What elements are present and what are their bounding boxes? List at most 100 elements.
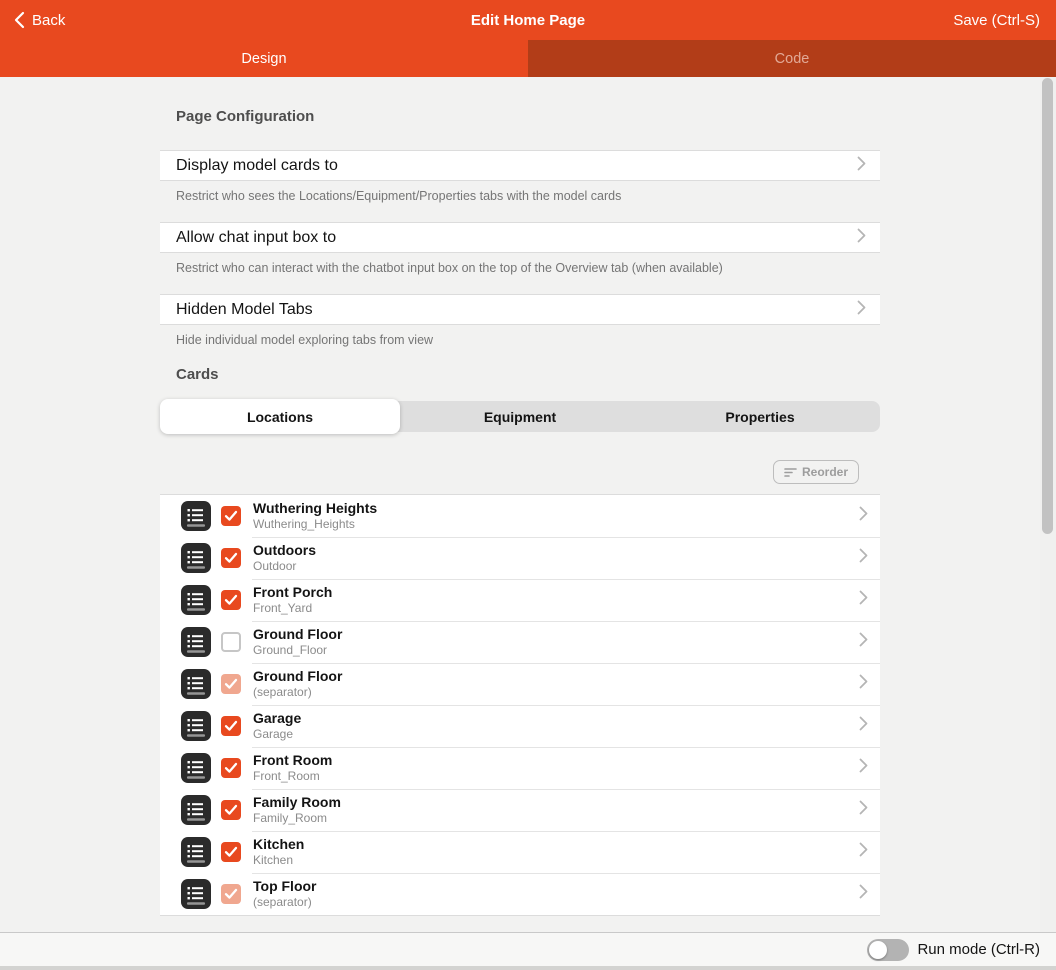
config-item-title: Hidden Model Tabs: [176, 301, 313, 319]
card-row-subtitle: Ground_Floor: [253, 643, 859, 658]
chevron-right-icon: [859, 884, 868, 904]
card-row[interactable]: Front Room Front_Room: [160, 747, 880, 789]
config-item-description: Restrict who can interact with the chatb…: [160, 253, 880, 276]
checkmark-icon: [224, 888, 238, 900]
section-heading-cards: Cards: [160, 366, 880, 384]
appbar: Back Edit Home Page Save (Ctrl-S): [0, 0, 1056, 40]
chevron-right-icon: [859, 800, 868, 820]
checkmark-icon: [224, 804, 238, 816]
tab-code[interactable]: Code: [528, 40, 1056, 77]
page-title: Edit Home Page: [471, 12, 585, 29]
card-row-subtitle: Kitchen: [253, 853, 859, 868]
card-row-title: Family Room: [253, 794, 859, 811]
card-row[interactable]: Top Floor (separator): [160, 873, 880, 915]
card-row-title: Outdoors: [253, 542, 859, 559]
card-row-subtitle: Garage: [253, 727, 859, 742]
card-row-checkbox[interactable]: [221, 548, 241, 568]
checkmark-icon: [224, 678, 238, 690]
editor-tabbar: Design Code: [0, 40, 1056, 77]
save-button[interactable]: Save (Ctrl-S): [953, 0, 1040, 40]
checkmark-icon: [224, 510, 238, 522]
card-row[interactable]: Outdoors Outdoor: [160, 537, 880, 579]
card-row-subtitle: Front_Room: [253, 769, 859, 784]
list-card-icon: [181, 837, 211, 867]
chevron-right-icon: [859, 632, 868, 652]
card-row-checkbox[interactable]: [221, 758, 241, 778]
chevron-right-icon: [859, 758, 868, 778]
scrollbar-thumb[interactable]: [1042, 78, 1053, 534]
card-row-checkbox[interactable]: [221, 800, 241, 820]
reorder-button[interactable]: Reorder: [773, 460, 859, 484]
section-heading-page-configuration: Page Configuration: [160, 108, 880, 126]
config-item-title: Display model cards to: [176, 157, 338, 175]
checkmark-icon: [224, 594, 238, 606]
card-row[interactable]: Front Porch Front_Yard: [160, 579, 880, 621]
card-row-checkbox[interactable]: [221, 590, 241, 610]
chevron-right-icon: [857, 156, 866, 176]
card-row-title: Ground Floor: [253, 626, 859, 643]
list-card-icon: [181, 711, 211, 741]
list-card-icon: [181, 795, 211, 825]
card-row-title: Front Room: [253, 752, 859, 769]
card-row[interactable]: Ground Floor (separator): [160, 663, 880, 705]
cards-list: Wuthering Heights Wuthering_Heights Outd…: [160, 494, 880, 916]
card-row-subtitle: Outdoor: [253, 559, 859, 574]
run-mode-label: Run mode (Ctrl-R): [917, 941, 1040, 958]
card-row-title: Ground Floor: [253, 668, 859, 685]
config-item-title: Allow chat input box to: [176, 229, 336, 247]
scrollbar-track[interactable]: [1040, 77, 1056, 932]
card-row-checkbox[interactable]: [221, 506, 241, 526]
checkmark-icon: [224, 552, 238, 564]
card-row-subtitle: Family_Room: [253, 811, 859, 826]
back-label: Back: [32, 12, 65, 29]
checkmark-icon: [224, 846, 238, 858]
back-button[interactable]: Back: [14, 0, 65, 40]
card-row-checkbox[interactable]: [221, 632, 241, 652]
card-row[interactable]: Ground Floor Ground_Floor: [160, 621, 880, 663]
segment-properties[interactable]: Properties: [640, 401, 880, 432]
chevron-right-icon: [857, 300, 866, 320]
card-row-subtitle: Wuthering_Heights: [253, 517, 859, 532]
list-card-icon: [181, 627, 211, 657]
card-row-checkbox[interactable]: [221, 842, 241, 862]
card-row-subtitle: (separator): [253, 895, 859, 910]
card-row-checkbox: [221, 674, 241, 694]
card-row[interactable]: Garage Garage: [160, 705, 880, 747]
chevron-left-icon: [14, 11, 25, 29]
card-row-title: Front Porch: [253, 584, 859, 601]
segment-locations[interactable]: Locations: [160, 399, 400, 434]
config-item-allow-chat-input[interactable]: Allow chat input box to: [160, 222, 880, 253]
run-mode-toggle[interactable]: [867, 939, 909, 961]
list-card-icon: [181, 753, 211, 783]
footer-bar: Run mode (Ctrl-R): [0, 932, 1056, 966]
chevron-right-icon: [859, 506, 868, 526]
card-row-checkbox[interactable]: [221, 716, 241, 736]
card-row-checkbox: [221, 884, 241, 904]
card-row-title: Top Floor: [253, 878, 859, 895]
cards-segmented-control: Locations Equipment Properties: [160, 401, 880, 432]
checkmark-icon: [224, 762, 238, 774]
card-row[interactable]: Wuthering Heights Wuthering_Heights: [160, 495, 880, 537]
chevron-right-icon: [859, 842, 868, 862]
reorder-label: Reorder: [802, 465, 848, 479]
list-card-icon: [181, 543, 211, 573]
card-row-title: Garage: [253, 710, 859, 727]
chevron-right-icon: [859, 716, 868, 736]
card-row-subtitle: (separator): [253, 685, 859, 700]
chevron-right-icon: [857, 228, 866, 248]
checkmark-icon: [224, 720, 238, 732]
list-card-icon: [181, 501, 211, 531]
card-row[interactable]: Kitchen Kitchen: [160, 831, 880, 873]
config-item-hidden-model-tabs[interactable]: Hidden Model Tabs: [160, 294, 880, 325]
segment-equipment[interactable]: Equipment: [400, 401, 640, 432]
card-row[interactable]: Family Room Family_Room: [160, 789, 880, 831]
card-row-subtitle: Front_Yard: [253, 601, 859, 616]
card-row-title: Wuthering Heights: [253, 500, 859, 517]
tab-design[interactable]: Design: [0, 40, 528, 77]
chevron-right-icon: [859, 548, 868, 568]
list-card-icon: [181, 585, 211, 615]
content-area: Page Configuration Display model cards t…: [0, 77, 1056, 932]
list-card-icon: [181, 879, 211, 909]
config-item-display-model-cards[interactable]: Display model cards to: [160, 150, 880, 181]
config-item-description: Restrict who sees the Locations/Equipmen…: [160, 181, 880, 204]
